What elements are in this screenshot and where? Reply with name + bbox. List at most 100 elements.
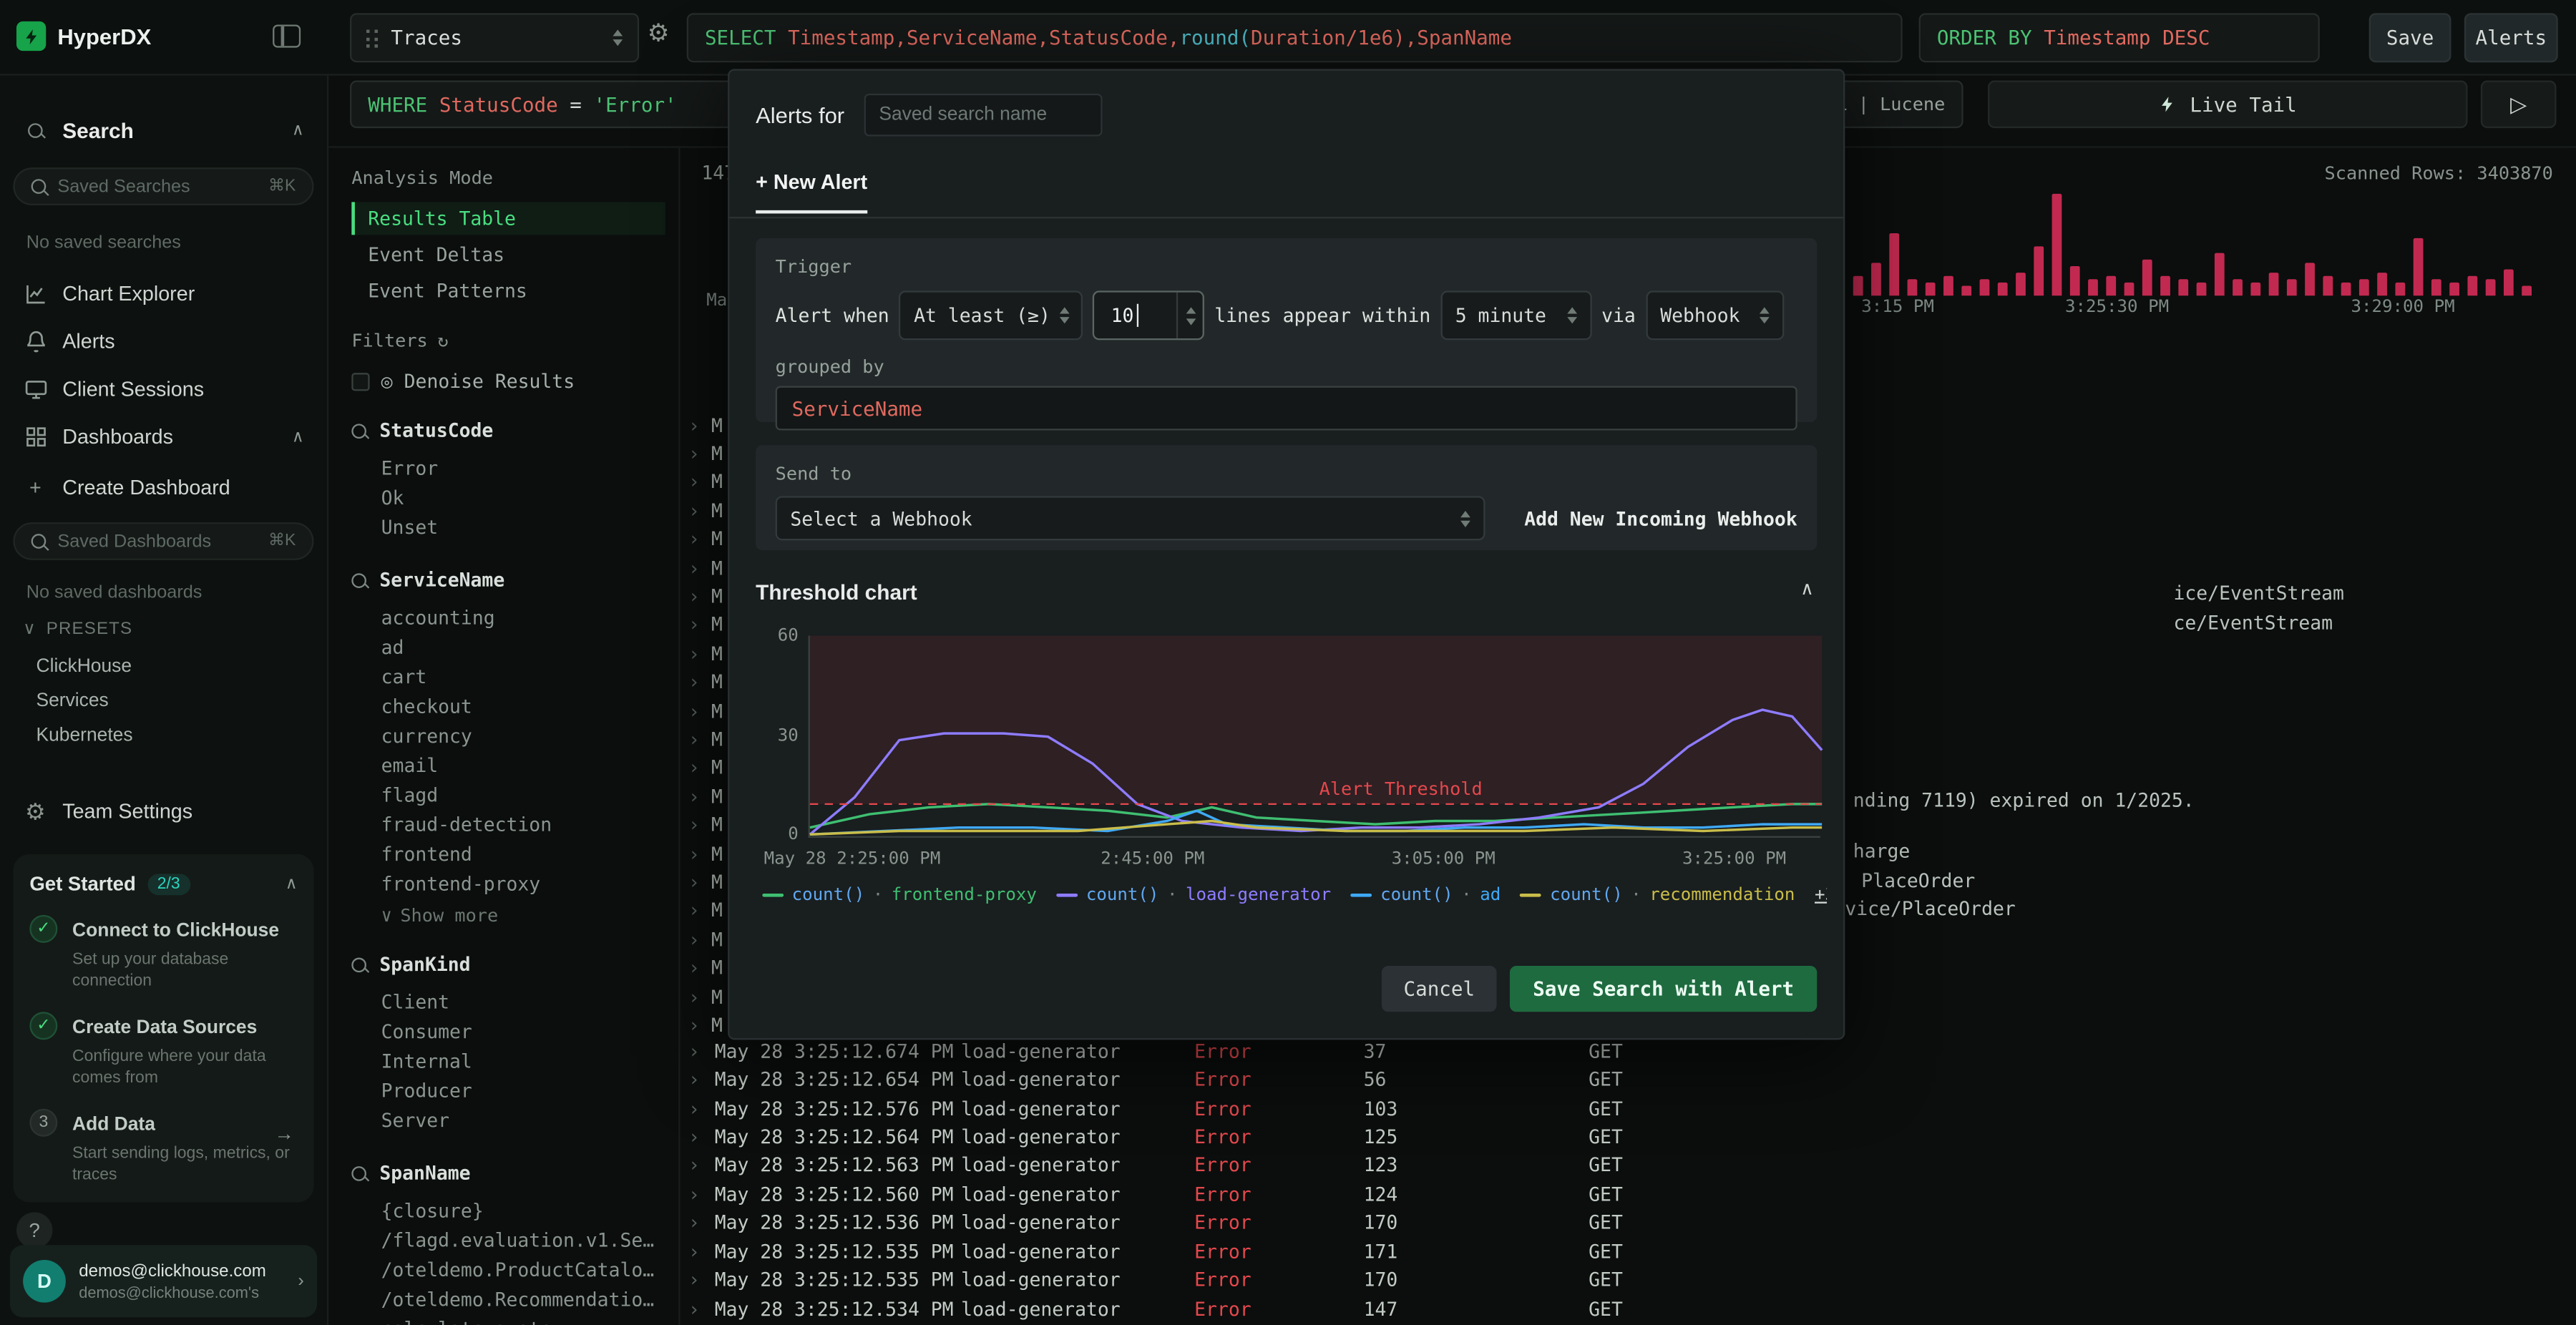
get-started-step-add-data[interactable]: 3 Add Data Start sending logs, metrics, …: [29, 1108, 297, 1186]
sidebar-item-client-sessions[interactable]: Client Sessions: [13, 368, 313, 411]
saved-searches-input[interactable]: Saved Searches ⌘K: [13, 167, 314, 205]
table-row-partial[interactable]: › M: [688, 525, 723, 554]
table-row[interactable]: › May 28 3:25:12.535 PM load-generator Erro…: [688, 1237, 2566, 1266]
filter-value-checkout[interactable]: checkout: [351, 692, 665, 721]
table-row-partial[interactable]: › M: [688, 610, 723, 639]
denoise-results-checkbox[interactable]: ◎ Denoise Results: [351, 370, 665, 393]
table-row-partial[interactable]: › M: [688, 696, 723, 725]
table-row-partial[interactable]: › M: [688, 411, 723, 439]
table-row-partial[interactable]: › M: [688, 725, 723, 753]
sidebar-section-search[interactable]: Search ∧: [13, 109, 313, 152]
filter-value-fraud-detection[interactable]: fraud-detection: [351, 810, 665, 839]
cancel-button[interactable]: Cancel: [1381, 965, 1497, 1012]
table-row-partial[interactable]: › M: [688, 782, 723, 811]
filter-value-closure[interactable]: {closure}: [351, 1196, 665, 1225]
table-row-partial[interactable]: › M: [688, 1010, 723, 1039]
filter-value-ad[interactable]: ad: [351, 632, 665, 662]
table-row[interactable]: › May 28 3:25:12.536 PM load-generator Erro…: [688, 1208, 2566, 1237]
time-histogram[interactable]: [1853, 157, 2560, 296]
filter-value-frontend-proxy[interactable]: frontend-proxy: [351, 869, 665, 899]
table-row-partial[interactable]: › M: [688, 554, 723, 582]
filter-value-accounting[interactable]: accounting: [351, 603, 665, 632]
table-row-partial[interactable]: › M: [688, 868, 723, 896]
number-stepper[interactable]: [1176, 292, 1203, 338]
filter-value-oteldemo-recommendatio[interactable]: /oteldemo.Recommendatio…: [351, 1284, 665, 1314]
filter-value-cart[interactable]: cart: [351, 662, 665, 691]
grouped-by-input[interactable]: ServiceName: [775, 386, 1797, 431]
filter-value-frontend[interactable]: frontend: [351, 839, 665, 869]
get-started-step-connect[interactable]: ✓ Connect to ClickHouse Set up your data…: [29, 914, 297, 992]
add-webhook-button[interactable]: Add New Incoming Webhook: [1524, 507, 1797, 529]
filter-value-client[interactable]: Client: [351, 987, 665, 1017]
table-row[interactable]: › May 28 3:25:12.560 PM load-generator Erro…: [688, 1180, 2566, 1208]
filter-value-oteldemo-productcatalo[interactable]: /oteldemo.ProductCatalo…: [351, 1255, 665, 1284]
table-row-partial[interactable]: › M: [688, 582, 723, 611]
table-row-partial[interactable]: › M: [688, 468, 723, 497]
preset-clickhouse[interactable]: ClickHouse: [13, 650, 313, 683]
table-row[interactable]: › May 28 3:25:12.576 PM load-generator Erro…: [688, 1094, 2566, 1123]
presets-header[interactable]: ∨ PRESETS: [13, 620, 313, 640]
saved-search-name-input[interactable]: Saved search name: [864, 93, 1103, 137]
filter-value-unset[interactable]: Unset: [351, 512, 665, 542]
legend-item-ad[interactable]: count() · ad: [1350, 885, 1501, 905]
sidebar-item-chart-explorer[interactable]: Chart Explorer: [13, 273, 313, 316]
analysis-mode-event-patterns[interactable]: Event Patterns: [351, 274, 665, 307]
get-started-step-sources[interactable]: ✓ Create Data Sources Configure where yo…: [29, 1012, 297, 1089]
user-menu[interactable]: D demos@clickhouse.com demos@clickhouse.…: [9, 1245, 318, 1318]
legend-item-recommendation[interactable]: count() · recommendation: [1520, 885, 1795, 905]
filter-value-flagd-evaluation-v1-se[interactable]: /flagd.evaluation.v1.Se…: [351, 1226, 665, 1255]
table-row-partial[interactable]: › M: [688, 811, 723, 839]
live-tail-button[interactable]: Live Tail: [1988, 80, 2468, 129]
filter-value-ok[interactable]: Ok: [351, 483, 665, 512]
save-button[interactable]: Save: [2368, 13, 2451, 63]
sql-columns-input[interactable]: SELECT Timestamp,ServiceName,StatusCode,…: [686, 13, 1903, 63]
analysis-mode-event-deltas[interactable]: Event Deltas: [351, 238, 665, 271]
table-row-partial[interactable]: › M: [688, 668, 723, 696]
table-row-partial[interactable]: › M: [688, 954, 723, 982]
filter-value-flagd[interactable]: flagd: [351, 781, 665, 810]
alerts-button[interactable]: Alerts: [2464, 13, 2558, 63]
filter-value-currency[interactable]: currency: [351, 721, 665, 750]
table-row[interactable]: › May 28 3:25:12.534 PM load-generator Erro…: [688, 1294, 2566, 1323]
time-window-select[interactable]: 5 minute: [1440, 290, 1592, 341]
run-query-button[interactable]: ▷: [2480, 80, 2557, 129]
saved-dashboards-input[interactable]: Saved Dashboards ⌘K: [13, 522, 314, 560]
help-button[interactable]: ?: [16, 1212, 53, 1248]
table-row[interactable]: › May 28 3:25:12.535 PM load-generator Erro…: [688, 1266, 2566, 1294]
hyperdx-logo[interactable]: HyperDX: [16, 21, 151, 52]
table-row-partial[interactable]: › M: [688, 925, 723, 954]
tab-new-alert[interactable]: + New Alert: [756, 171, 868, 214]
table-row-partial[interactable]: › M: [688, 982, 723, 1011]
sidebar-toggle-icon[interactable]: [273, 24, 301, 48]
webhook-select[interactable]: Select a Webhook: [775, 496, 1485, 541]
table-row-partial[interactable]: › M: [688, 839, 723, 868]
table-row[interactable]: › May 28 3:25:12.564 PM load-generator Erro…: [688, 1123, 2566, 1151]
preset-services[interactable]: Services: [13, 685, 313, 718]
condition-select[interactable]: At least (≥): [899, 290, 1083, 341]
table-row-partial[interactable]: › M: [688, 497, 723, 525]
filter-value-email[interactable]: email: [351, 750, 665, 780]
filter-value-error[interactable]: Error: [351, 454, 665, 483]
table-row[interactable]: › May 28 3:25:12.654 PM load-generator Erro…: [688, 1065, 2566, 1094]
source-select[interactable]: Traces: [350, 13, 640, 63]
show-more-button[interactable]: ∨ Show more: [351, 899, 665, 926]
table-row-partial[interactable]: › M: [688, 639, 723, 668]
legend-item-load-generator[interactable]: count() · load-generator: [1056, 885, 1331, 905]
table-row-partial[interactable]: › M: [688, 753, 723, 782]
source-settings-gear-icon[interactable]: ⚙: [648, 21, 670, 46]
filter-value-producer[interactable]: Producer: [351, 1076, 665, 1105]
table-row-partial[interactable]: › M: [688, 439, 723, 468]
filter-value-server[interactable]: Server: [351, 1105, 665, 1135]
preset-kubernetes[interactable]: Kubernetes: [13, 720, 313, 753]
sidebar-item-alerts[interactable]: Alerts: [13, 321, 313, 363]
filter-value-calculate-quote[interactable]: calculate-quote: [351, 1314, 665, 1325]
threshold-value-input[interactable]: 10: [1093, 290, 1205, 341]
filter-value-internal[interactable]: Internal: [351, 1046, 665, 1075]
order-by-input[interactable]: ORDER BY Timestamp DESC: [1918, 13, 2320, 63]
create-dashboard-button[interactable]: + Create Dashboard: [13, 466, 313, 509]
get-started-header[interactable]: Get Started 2/3 ∧: [29, 872, 297, 895]
table-row-partial[interactable]: › M: [688, 896, 723, 925]
sidebar-item-dashboards[interactable]: Dashboards ∧: [13, 416, 313, 459]
collapse-chart-chevron[interactable]: ∧: [1800, 578, 1814, 600]
save-search-with-alert-button[interactable]: Save Search with Alert: [1510, 965, 1818, 1012]
